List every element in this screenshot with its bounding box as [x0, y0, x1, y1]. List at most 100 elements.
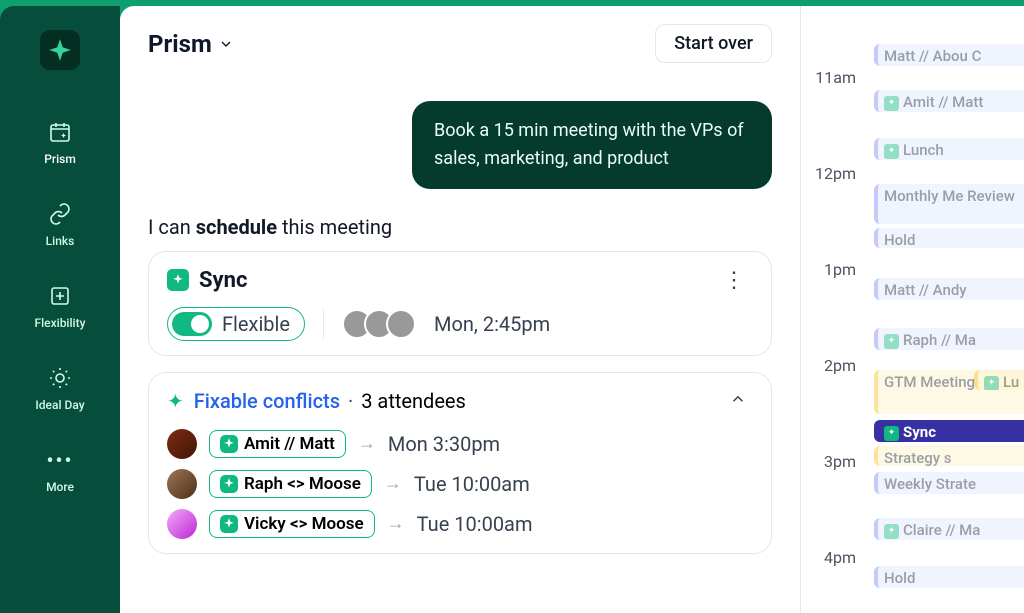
flexible-label: Flexible	[222, 312, 290, 336]
hour-label: 4pm	[824, 548, 856, 567]
sparkle-badge-icon	[984, 376, 999, 390]
hour-label: 11am	[815, 68, 856, 87]
vertical-divider	[323, 309, 324, 339]
sparkle-badge-icon	[884, 144, 899, 159]
sidebar-item-label: Prism	[44, 152, 76, 166]
toggle-switch-icon	[172, 312, 212, 336]
avatar	[386, 309, 416, 339]
dot-separator: ·	[348, 389, 353, 413]
calendar-event-title: GTM Meeting	[884, 373, 975, 391]
conflicts-card: ✦ Fixable conflicts · 3 attendees Amit /…	[148, 372, 772, 554]
calendar-event[interactable]: Raph // Ma	[874, 328, 1024, 350]
app-logo	[40, 30, 80, 70]
main-header: Prism Start over	[148, 24, 772, 63]
assistant-response-line: I can schedule this meeting	[148, 215, 772, 239]
conflict-row[interactable]: Raph <> Moose → Tue 10:00am	[167, 469, 753, 499]
conflict-event-name: Amit // Matt	[244, 434, 335, 454]
calendar-sparkle-icon	[46, 118, 74, 146]
sparkle-icon: ✦	[167, 389, 184, 413]
hour-label: 1pm	[824, 260, 856, 279]
link-icon	[46, 200, 74, 228]
calendar-event[interactable]: Hold	[874, 566, 1024, 588]
sidebar-item-label: Links	[46, 234, 75, 248]
conflict-row[interactable]: Amit // Matt → Mon 3:30pm	[167, 429, 753, 459]
conflict-event-tag[interactable]: Raph <> Moose	[209, 470, 372, 498]
hour-label: 12pm	[815, 164, 856, 183]
conflict-new-time: Tue 10:00am	[414, 472, 530, 496]
calendar-event-title: Claire // Ma	[903, 521, 980, 539]
main-panel: Prism Start over Book a 15 min meeting w…	[120, 6, 800, 613]
calendar-event[interactable]: Claire // Ma	[874, 518, 1024, 540]
sparkle-badge-icon	[220, 515, 238, 533]
flexible-toggle[interactable]: Flexible	[167, 307, 305, 341]
hour-label: 3pm	[824, 452, 856, 471]
fixable-conflicts-link[interactable]: Fixable conflicts	[194, 389, 340, 413]
conflict-new-time: Tue 10:00am	[417, 512, 533, 536]
calendar-event-title: Strategy s	[884, 449, 952, 466]
avatar	[167, 469, 197, 499]
user-prompt-bubble: Book a 15 min meeting with the VPs of sa…	[412, 101, 772, 189]
calendar-event[interactable]: Matt // Abou C	[874, 44, 1024, 66]
page-title-dropdown[interactable]: Prism	[148, 30, 234, 58]
calendar-event-title: Weekly Strate	[884, 475, 976, 493]
calendar-event[interactable]: Monthly Me Review	[874, 184, 1024, 224]
conflict-row[interactable]: Vicky <> Moose → Tue 10:00am	[167, 509, 753, 539]
sidebar-item-prism[interactable]: Prism	[36, 114, 84, 170]
sparkle-badge-icon	[884, 426, 899, 441]
calendar-event-proposed[interactable]: Sync	[874, 420, 1024, 442]
sidebar-item-flexibility[interactable]: Flexibility	[27, 278, 94, 334]
meeting-suggestion-card[interactable]: Sync ⋮ Flexible Mon, 2:45pm	[148, 251, 772, 356]
hour-label: 2pm	[824, 356, 856, 375]
calendar-event[interactable]: Weekly Strate	[874, 472, 1024, 494]
chevron-down-icon	[218, 36, 234, 52]
sidebar-item-ideal-day[interactable]: Ideal Day	[27, 360, 92, 416]
sidebar-item-more[interactable]: ••• More	[38, 442, 82, 498]
calendar-event[interactable]: Matt // Andy	[874, 278, 1024, 300]
sidebar-item-label: Flexibility	[35, 316, 86, 330]
conflict-event-tag[interactable]: Vicky <> Moose	[209, 510, 375, 538]
start-over-button[interactable]: Start over	[655, 24, 772, 63]
sparkle-badge-icon	[884, 334, 899, 349]
calendar-event-title: Matt // Andy	[884, 281, 967, 299]
avatar	[167, 429, 197, 459]
chevron-up-icon	[729, 390, 747, 408]
attendee-count: 3 attendees	[361, 389, 466, 413]
sparkle-badge-icon	[884, 524, 899, 539]
avatar	[167, 509, 197, 539]
arrow-right-icon: →	[387, 513, 405, 534]
calendar-event-title: Lu	[1003, 373, 1019, 390]
calendar-event-title: Hold	[884, 231, 915, 248]
calendar-event[interactable]: Lunch	[874, 138, 1024, 160]
calendar-event-title: Matt // Abou C	[884, 47, 981, 65]
calendar-event-title: Raph // Ma	[903, 331, 976, 349]
sparkle-badge-icon	[220, 435, 238, 453]
sparkle-badge-icon	[167, 269, 189, 291]
collapse-conflicts-button[interactable]	[723, 387, 753, 415]
conflict-new-time: Mon 3:30pm	[388, 432, 500, 456]
calendar-event[interactable]: Lu	[974, 370, 1024, 390]
page-title-text: Prism	[148, 30, 212, 58]
calendar-event[interactable]: Strategy s	[874, 446, 1024, 466]
attendee-avatars[interactable]	[342, 309, 416, 339]
sparkle-badge-icon	[884, 96, 899, 111]
arrow-right-icon: →	[384, 473, 402, 494]
sparkle-badge-icon	[220, 475, 238, 493]
calendar-event-title: Amit // Matt	[903, 93, 983, 111]
conflict-event-name: Raph <> Moose	[244, 474, 361, 494]
calendar-event-title: Sync	[903, 423, 936, 441]
calendar-event-title: Monthly Me Review	[884, 187, 1015, 205]
conflict-event-tag[interactable]: Amit // Matt	[209, 430, 346, 458]
sun-icon	[46, 364, 74, 392]
calendar-event[interactable]: Hold	[874, 228, 1024, 248]
sidebar: Prism Links Flexibility Ideal Day ••• Mo…	[0, 6, 120, 613]
conflict-event-name: Vicky <> Moose	[244, 514, 364, 534]
sidebar-item-links[interactable]: Links	[38, 196, 83, 252]
prism-logo-icon	[47, 37, 73, 63]
sidebar-item-label: More	[46, 480, 74, 494]
arrow-right-icon: →	[358, 433, 376, 454]
calendar-event[interactable]: Amit // Matt	[874, 90, 1024, 112]
calendar-event-title: Lunch	[903, 141, 944, 159]
flex-icon	[46, 282, 74, 310]
calendar-day-view[interactable]: Matt // Abou C Amit // Matt Lunch Monthly M…	[800, 6, 1024, 613]
meeting-more-menu[interactable]: ⋮	[715, 266, 753, 295]
